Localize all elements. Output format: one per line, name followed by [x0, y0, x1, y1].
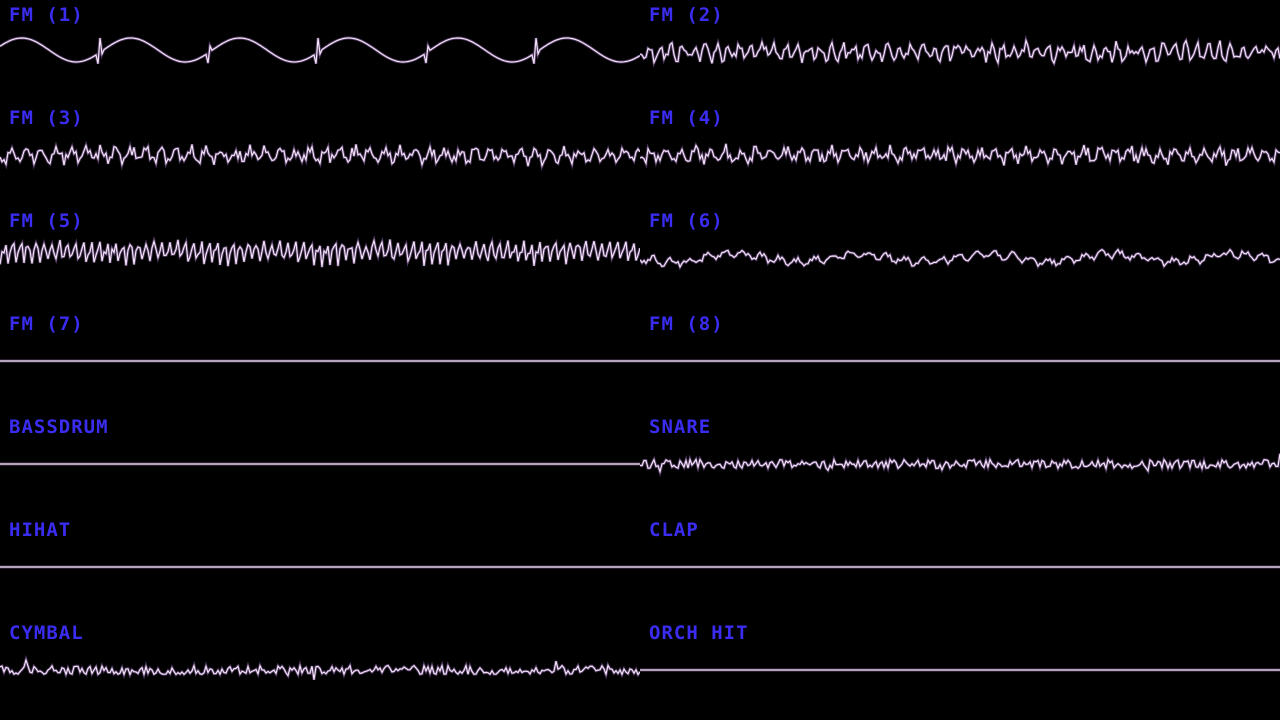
- channel-fm-8: FM (8): [640, 309, 1280, 412]
- channel-label: FM (3): [9, 107, 84, 129]
- channel-cymbal: CYMBAL: [0, 618, 640, 720]
- channel-label: BASSDRUM: [9, 416, 109, 438]
- waveform-trace: [640, 141, 1280, 170]
- channel-orch-hit: ORCH HIT: [640, 618, 1280, 720]
- waveform-glow: [640, 141, 1280, 170]
- channel-fm-2: FM (2): [640, 0, 1280, 103]
- channel-fm-7: FM (7): [0, 309, 640, 412]
- channel-label: ORCH HIT: [649, 622, 749, 644]
- waveform-line: [640, 248, 1280, 269]
- oscilloscope-view: FM (1) FM (2) FM (3) FM (4) FM (5) FM (6…: [0, 0, 1280, 720]
- channel-label: CYMBAL: [9, 622, 84, 644]
- channel-label: FM (8): [649, 313, 724, 335]
- waveform-trace: [640, 34, 1280, 69]
- channel-label: FM (1): [9, 4, 84, 26]
- channel-label: HIHAT: [9, 519, 72, 541]
- waveform-glow: [640, 246, 1280, 271]
- channel-fm-4: FM (4): [640, 103, 1280, 206]
- channel-fm-3: FM (3): [0, 103, 640, 206]
- waveform-trace: [640, 246, 1280, 271]
- channel-label: FM (7): [9, 313, 84, 335]
- channel-label: FM (5): [9, 210, 84, 232]
- channel-label: SNARE: [649, 416, 712, 438]
- waveform-trace: [0, 36, 640, 65]
- waveform-trace: [0, 234, 640, 268]
- waveform-trace: [0, 565, 640, 569]
- channel-label: FM (2): [649, 4, 724, 26]
- waveform-trace: [0, 140, 640, 171]
- waveform-trace: [0, 654, 640, 681]
- waveform-trace: [640, 565, 1280, 569]
- channel-label: FM (6): [649, 210, 724, 232]
- channel-label: FM (4): [649, 107, 724, 129]
- waveform-trace: [640, 453, 1280, 477]
- channel-label: CLAP: [649, 519, 699, 541]
- channel-clap: CLAP: [640, 515, 1280, 618]
- channel-fm-6: FM (6): [640, 206, 1280, 309]
- channel-fm-5: FM (5): [0, 206, 640, 309]
- channel-hihat: HIHAT: [0, 515, 640, 618]
- channel-bassdrum: BASSDRUM: [0, 412, 640, 515]
- channel-snare: SNARE: [640, 412, 1280, 515]
- waveform-trace: [0, 359, 640, 363]
- waveform-trace: [640, 359, 1280, 363]
- channel-fm-1: FM (1): [0, 0, 640, 103]
